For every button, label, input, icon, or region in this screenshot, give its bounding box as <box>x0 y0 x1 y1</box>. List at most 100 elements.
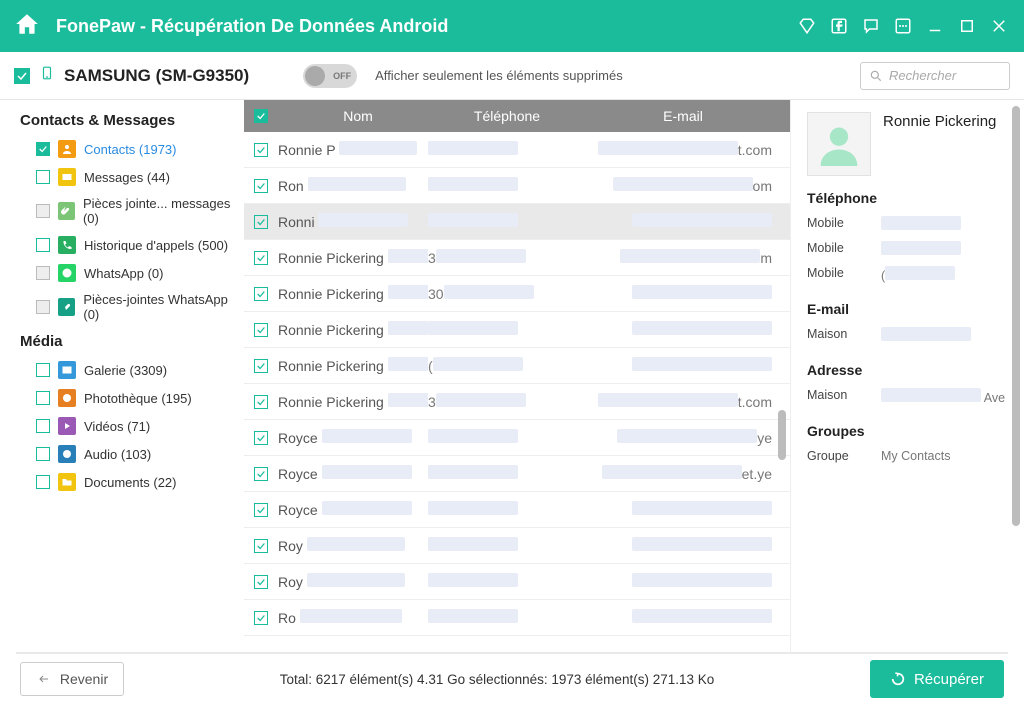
row-email: om <box>566 177 790 194</box>
feedback-icon[interactable] <box>860 15 882 37</box>
table-row[interactable]: Roy <box>244 528 790 564</box>
sidebar-item-phototheque[interactable]: Photothèque (195) <box>0 384 244 412</box>
row-checkbox[interactable] <box>254 575 268 589</box>
sidebar-item-message-attachments[interactable]: Pièces jointe... messages (0) <box>0 191 244 231</box>
row-phone <box>428 177 566 194</box>
back-button[interactable]: Revenir <box>20 662 124 696</box>
sidebar-item-whatsapp[interactable]: WhatsApp (0) <box>0 259 244 287</box>
checkbox-icon[interactable] <box>36 300 50 314</box>
deleted-only-toggle[interactable]: OFF <box>303 64 357 88</box>
header-name[interactable]: Nom <box>278 108 438 124</box>
group-row: GroupeMy Contacts <box>807 445 1008 467</box>
sidebar: Contacts & Messages Contacts (1973) Mess… <box>0 100 244 652</box>
minimize-icon[interactable] <box>924 15 946 37</box>
sidebar-item-gallery[interactable]: Galerie (3309) <box>0 356 244 384</box>
expand-handle-icon[interactable] <box>790 340 791 360</box>
toolbar: SAMSUNG (SM-G9350) OFF Afficher seulemen… <box>0 52 1024 100</box>
section-phone-title: Téléphone <box>807 190 1008 206</box>
checkbox-icon[interactable] <box>36 391 50 405</box>
recover-button[interactable]: Récupérer <box>870 660 1004 698</box>
audio-icon <box>58 445 76 463</box>
sidebar-item-audio[interactable]: Audio (103) <box>0 440 244 468</box>
row-email <box>566 501 790 518</box>
row-checkbox[interactable] <box>254 539 268 553</box>
row-phone <box>428 141 566 158</box>
sidebar-item-documents[interactable]: Documents (22) <box>0 468 244 496</box>
phone-row: Mobile <box>807 212 1008 237</box>
checkbox-icon[interactable] <box>36 266 50 280</box>
row-checkbox[interactable] <box>254 467 268 481</box>
row-checkbox[interactable] <box>254 395 268 409</box>
header-phone[interactable]: Téléphone <box>438 108 576 124</box>
table-row[interactable]: Ro <box>244 600 790 636</box>
row-checkbox[interactable] <box>254 215 268 229</box>
status-text: Total: 6217 élément(s) 4.31 Go sélection… <box>140 672 854 687</box>
table-row[interactable]: Ronnie Pickering ( <box>244 348 790 384</box>
sidebar-section-media: Média <box>0 327 244 356</box>
table-row[interactable]: Royce et.ye <box>244 456 790 492</box>
sidebar-item-messages[interactable]: Messages (44) <box>0 163 244 191</box>
address-row: Maison Ave <box>807 384 1008 409</box>
row-phone <box>428 609 566 626</box>
row-phone <box>428 429 566 446</box>
checkbox-icon[interactable] <box>36 363 50 377</box>
row-phone <box>428 321 566 338</box>
row-name: Ro <box>278 609 428 626</box>
row-checkbox[interactable] <box>254 287 268 301</box>
table-scrollbar[interactable] <box>778 100 788 652</box>
row-name: Ronnie Pickering <box>278 321 428 338</box>
select-all-checkbox[interactable] <box>254 109 268 123</box>
table-row[interactable]: Ronnie Pickering 3m <box>244 240 790 276</box>
row-checkbox[interactable] <box>254 143 268 157</box>
detail-scrollbar[interactable] <box>1012 100 1022 652</box>
row-phone: 3 <box>428 393 566 410</box>
table-row[interactable]: Ronnie Pickering 30 <box>244 276 790 312</box>
phone-icon <box>40 63 54 88</box>
row-checkbox[interactable] <box>254 611 268 625</box>
table-row[interactable]: Royce <box>244 492 790 528</box>
maximize-icon[interactable] <box>956 15 978 37</box>
row-checkbox[interactable] <box>254 359 268 373</box>
row-name: Ronni <box>278 213 428 230</box>
row-checkbox[interactable] <box>254 503 268 517</box>
close-icon[interactable] <box>988 15 1010 37</box>
titlebar: FonePaw - Récupération De Données Androi… <box>0 0 1024 52</box>
detail-panel: Ronnie Pickering Téléphone Mobile Mobile… <box>790 100 1024 652</box>
row-checkbox[interactable] <box>254 179 268 193</box>
table-row[interactable]: Ronnie Pickering <box>244 312 790 348</box>
header-email[interactable]: E-mail <box>576 108 790 124</box>
checkbox-icon[interactable] <box>36 419 50 433</box>
home-icon[interactable] <box>14 11 40 42</box>
row-name: Ronnie Pickering <box>278 249 428 266</box>
messages-icon <box>58 168 76 186</box>
row-name: Ronnie Pickering <box>278 357 428 374</box>
diamond-icon[interactable] <box>796 15 818 37</box>
checkbox-icon[interactable] <box>36 142 50 156</box>
row-checkbox[interactable] <box>254 323 268 337</box>
table-row[interactable]: Roy <box>244 564 790 600</box>
search-input[interactable]: Rechercher <box>860 62 1010 90</box>
table-row[interactable]: Ronnie Pickering 3t.com <box>244 384 790 420</box>
checkbox-icon[interactable] <box>36 475 50 489</box>
device-checkbox[interactable] <box>14 68 30 84</box>
sidebar-item-videos[interactable]: Vidéos (71) <box>0 412 244 440</box>
checkbox-icon[interactable] <box>36 447 50 461</box>
facebook-icon[interactable] <box>828 15 850 37</box>
table-row[interactable]: Ronnie P t.com <box>244 132 790 168</box>
row-phone: 3 <box>428 249 566 266</box>
more-icon[interactable] <box>892 15 914 37</box>
row-name: Royce <box>278 429 428 446</box>
table-row[interactable]: Ron om <box>244 168 790 204</box>
sidebar-item-call-history[interactable]: Historique d'appels (500) <box>0 231 244 259</box>
row-phone <box>428 537 566 554</box>
checkbox-icon[interactable] <box>36 170 50 184</box>
row-checkbox[interactable] <box>254 251 268 265</box>
checkbox-icon[interactable] <box>36 238 50 252</box>
table-row[interactable]: Royce ye <box>244 420 790 456</box>
sidebar-item-contacts[interactable]: Contacts (1973) <box>0 135 244 163</box>
checkbox-icon[interactable] <box>36 204 50 218</box>
table-row[interactable]: Ronni <box>244 204 790 240</box>
sidebar-item-whatsapp-attachments[interactable]: Pièces-jointes WhatsApp (0) <box>0 287 244 327</box>
row-email: t.com <box>566 141 790 158</box>
row-checkbox[interactable] <box>254 431 268 445</box>
